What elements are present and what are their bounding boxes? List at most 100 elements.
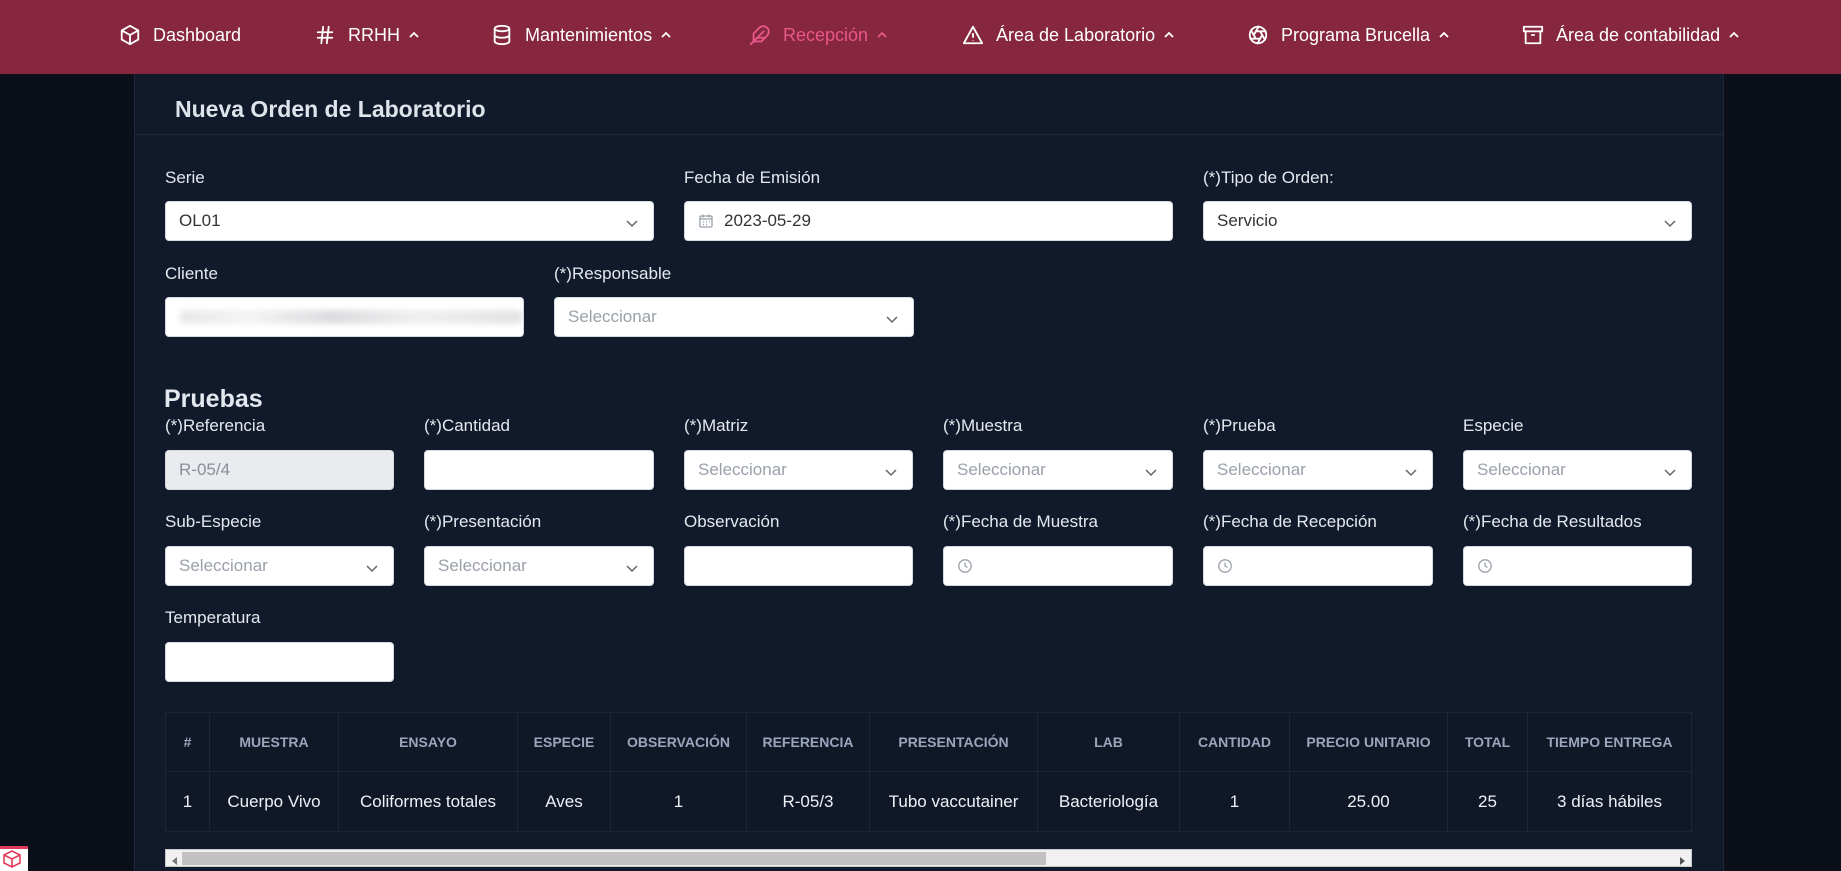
nav-label: Mantenimientos [525,24,653,45]
chevron-down-icon [885,311,899,325]
clock-icon [1217,558,1233,574]
table-cell: Cuerpo Vivo [209,771,339,832]
presentacion-select[interactable]: Seleccionar [424,546,654,586]
column-header: REFERENCIA [746,712,870,772]
nav-item-area-laboratorio[interactable]: Área de Laboratorio [962,0,1175,70]
chevron-down-icon [1404,464,1418,478]
aperture-icon [1247,24,1269,46]
table-cell: Tubo vaccutainer [869,771,1038,832]
responsable-select[interactable]: Seleccionar [554,297,914,337]
cliente-input[interactable] [165,297,524,337]
chevron-down-icon [625,560,639,574]
chevron-up-icon [660,29,672,41]
pruebas-table: # MUESTRA ENSAYO ESPECIE OBSERVACIÓN REF… [165,712,1692,832]
chevron-down-icon [1663,464,1677,478]
scrollbar-thumb[interactable] [182,852,1046,865]
muestra-placeholder: Seleccionar [957,460,1046,479]
responsable-label: (*)Responsable [554,264,672,283]
table-cell: 1 [610,771,747,832]
scroll-left-arrow-icon[interactable] [170,853,180,865]
especie-placeholder: Seleccionar [1477,460,1566,479]
card-header: Nueva Orden de Laboratorio [135,74,1723,135]
chevron-down-icon [625,215,639,229]
alert-triangle-icon [962,24,984,46]
temperatura-label: Temperatura [165,608,261,627]
cantidad-label: (*)Cantidad [424,416,510,435]
fecha-muestra-label: (*)Fecha de Muestra [943,512,1098,531]
cantidad-input[interactable] [424,450,654,490]
temperatura-input[interactable] [165,642,394,682]
corner-widget[interactable] [0,846,28,871]
matriz-label: (*)Matriz [684,416,749,435]
serie-select[interactable]: OL01 [165,201,654,241]
table-cell: 25 [1447,771,1528,832]
observacion-input[interactable] [684,546,913,586]
pruebas-table-container: # MUESTRA ENSAYO ESPECIE OBSERVACIÓN REF… [165,712,1692,848]
especie-label: Especie [1463,416,1524,435]
table-row[interactable]: 1 Cuerpo Vivo Coliformes totales Aves 1 … [165,771,1692,832]
table-cell: 1 [1179,771,1290,832]
presentacion-placeholder: Seleccionar [438,556,527,575]
fecha-resultados-input[interactable] [1463,546,1692,586]
referencia-input: R-05/4 [165,450,394,490]
responsable-placeholder: Seleccionar [568,307,657,326]
chevron-up-icon [1438,29,1450,41]
fecha-muestra-input[interactable] [943,546,1173,586]
sub-especie-placeholder: Seleccionar [179,556,268,575]
chevron-down-icon [1144,464,1158,478]
muestra-select[interactable]: Seleccionar [943,450,1173,490]
package-icon [3,850,21,868]
hash-icon [314,24,336,46]
sub-especie-label: Sub-Especie [165,512,262,531]
tipo-orden-value: Servicio [1217,211,1278,230]
table-cell: 3 días hábiles [1527,771,1692,832]
table-cell: R-05/3 [746,771,870,832]
column-header: LAB [1037,712,1180,772]
chevron-down-icon [365,560,379,574]
column-header: ENSAYO [338,712,518,772]
nav-item-dashboard[interactable]: Dashboard [119,0,241,70]
matriz-placeholder: Seleccionar [698,460,787,479]
nav-label: RRHH [348,24,400,45]
nav-item-area-contabilidad[interactable]: Área de contabilidad [1522,0,1740,70]
column-header: CANTIDAD [1179,712,1290,772]
column-header: # [165,712,210,772]
chevron-down-icon [884,464,898,478]
top-navbar: Dashboard RRHH Mantenimientos Recepción [0,0,1841,74]
clock-icon [1477,558,1493,574]
prueba-label: (*)Prueba [1203,416,1276,435]
table-horizontal-scrollbar[interactable] [165,849,1692,867]
fecha-emision-label: Fecha de Emisión [684,168,821,187]
column-header: ESPECIE [517,712,611,772]
prueba-select[interactable]: Seleccionar [1203,450,1433,490]
nav-item-recepcion[interactable]: Recepción [749,0,888,70]
nav-item-mantenimientos[interactable]: Mantenimientos [491,0,672,70]
matriz-select[interactable]: Seleccionar [684,450,913,490]
fecha-recepcion-input[interactable] [1203,546,1433,586]
observacion-label: Observación [684,512,780,531]
fecha-emision-input[interactable]: 2023-05-29 [684,201,1173,241]
pruebas-heading: Pruebas [164,385,263,413]
nav-label: Área de contabilidad [1556,24,1721,45]
table-cell: Bacteriología [1037,771,1180,832]
especie-select[interactable]: Seleccionar [1463,450,1692,490]
sub-especie-select[interactable]: Seleccionar [165,546,394,586]
scroll-right-arrow-icon[interactable] [1677,853,1687,865]
calendar-icon [698,213,714,229]
chevron-up-icon [1163,29,1175,41]
table-cell: 1 [165,771,210,832]
nav-label: Dashboard [153,24,242,45]
tipo-orden-select[interactable]: Servicio [1203,201,1692,241]
referencia-value: R-05/4 [179,460,231,479]
page-title: Nueva Orden de Laboratorio [175,96,486,122]
nav-item-programa-brucella[interactable]: Programa Brucella [1247,0,1450,70]
column-header: PRESENTACIÓN [869,712,1038,772]
referencia-label: (*)Referencia [165,416,266,435]
presentacion-label: (*)Presentación [424,512,542,531]
database-icon [491,24,513,46]
nav-item-rrhh[interactable]: RRHH [314,0,420,70]
chevron-down-icon [1663,215,1677,229]
tipo-orden-label: (*)Tipo de Orden: [1203,168,1334,187]
column-header: TOTAL [1447,712,1528,772]
clock-icon [957,558,973,574]
